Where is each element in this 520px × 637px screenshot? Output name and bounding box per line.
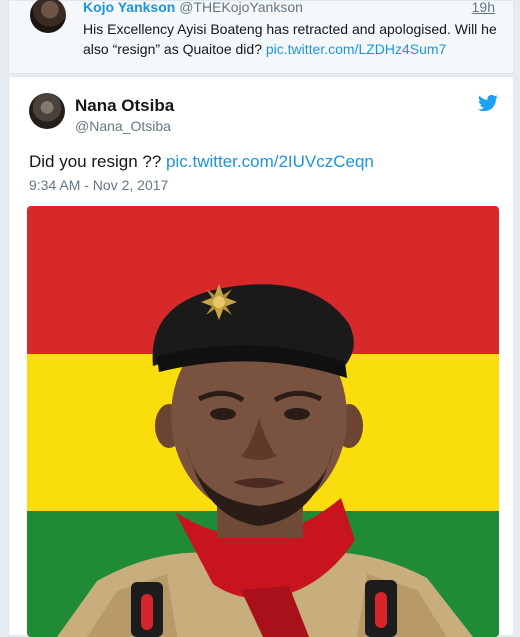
cap-badge-icon xyxy=(201,284,237,320)
reply-time[interactable]: 19h xyxy=(472,0,495,15)
tweet-text: Did you resign ?? pic.twitter.com/2IUVcz… xyxy=(29,152,374,172)
twitter-bird-icon[interactable] xyxy=(477,93,499,113)
reply-text: His Excellency Ayisi Boateng has retract… xyxy=(83,19,503,59)
reply-author-handle[interactable]: @THEKojoYankson xyxy=(179,0,303,15)
tweet-card: Nana Otsiba @Nana_Otsiba Did you resign … xyxy=(8,76,514,637)
avatar[interactable] xyxy=(29,93,65,129)
author-name[interactable]: Nana Otsiba xyxy=(75,96,174,116)
reply-media-link[interactable]: pic.twitter.com/LZDHz4Sum7 xyxy=(266,41,447,57)
tweet-media-link[interactable]: pic.twitter.com/2IUVczCeqn xyxy=(166,152,374,171)
reply-author-name[interactable]: Kojo Yankson xyxy=(83,0,175,15)
reply-avatar[interactable] xyxy=(30,0,66,33)
flag-portrait-image xyxy=(27,206,499,637)
author-handle[interactable]: @Nana_Otsiba xyxy=(75,118,171,134)
reply-tweet[interactable]: Kojo Yankson @THEKojoYankson 19h His Exc… xyxy=(8,0,514,74)
tweet-timestamp[interactable]: 9:34 AM - Nov 2, 2017 xyxy=(29,177,168,193)
reply-header: Kojo Yankson @THEKojoYankson xyxy=(83,0,303,15)
tweet-photo[interactable] xyxy=(27,206,499,637)
tweet-body: Did you resign ?? xyxy=(29,152,167,171)
